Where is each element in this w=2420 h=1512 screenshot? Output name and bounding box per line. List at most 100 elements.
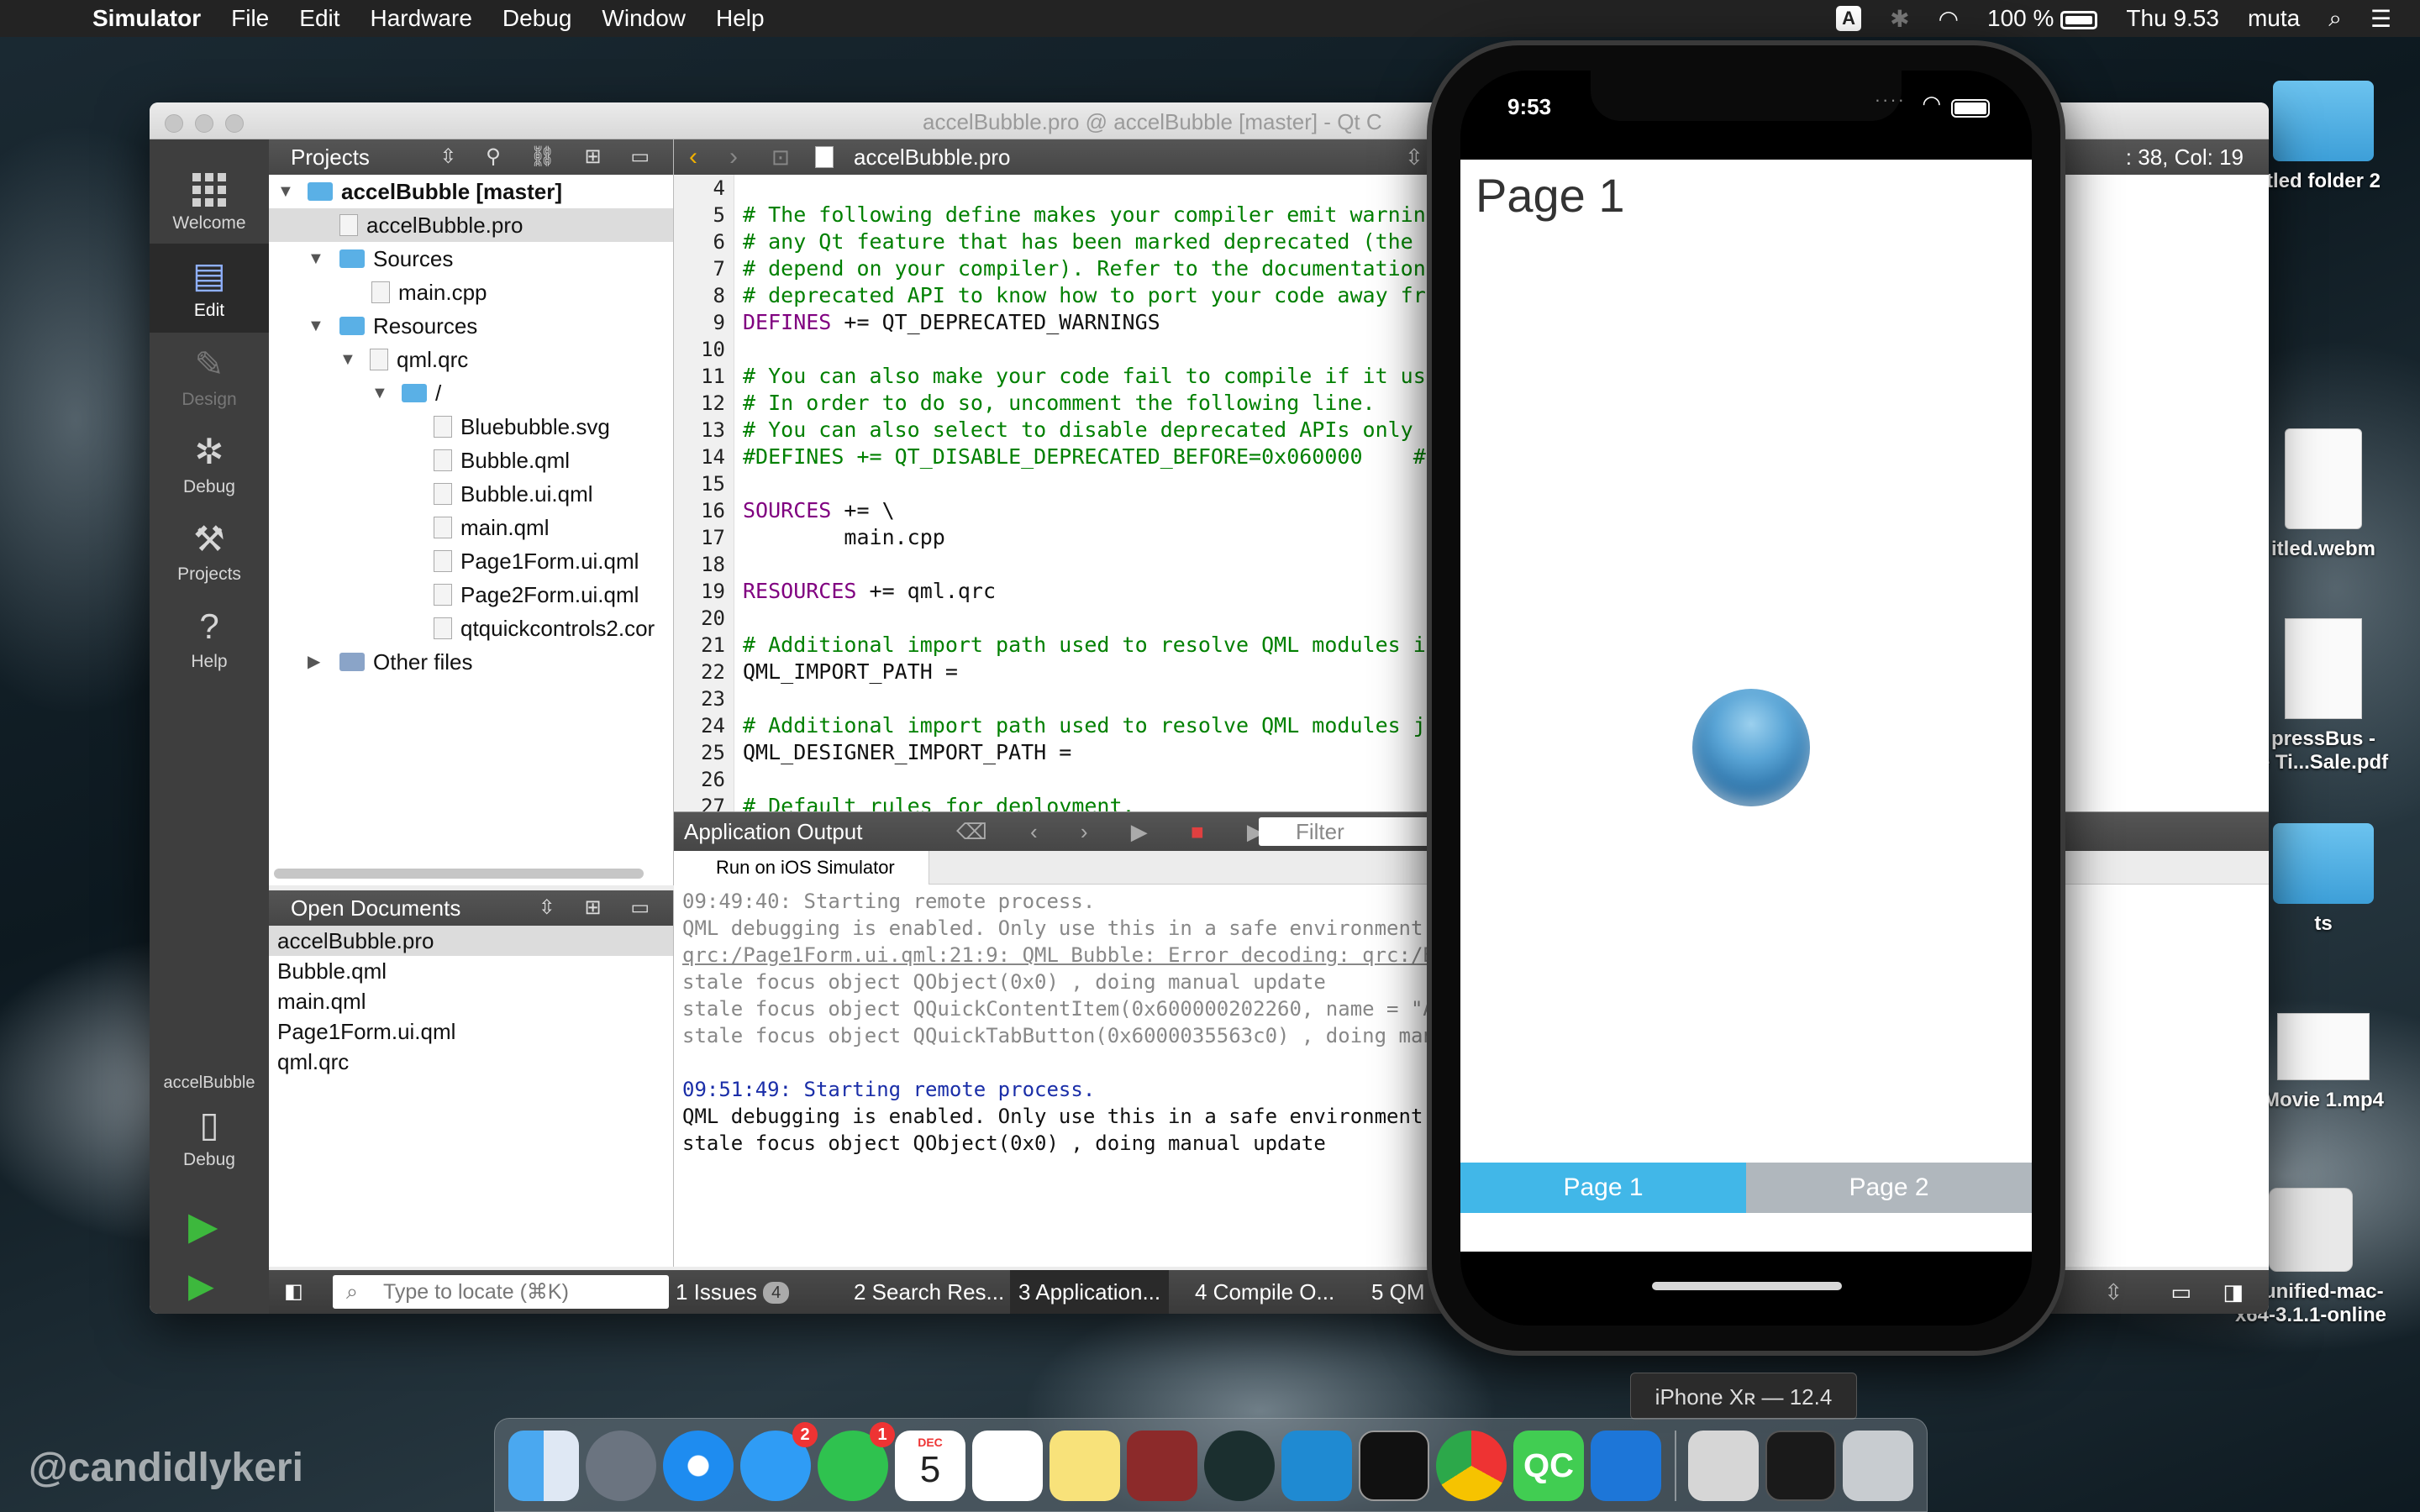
pane-tools[interactable]: ⇳ ⚲ ⛓ ⊞ ▭ xyxy=(439,139,661,175)
desktop-movie-file[interactable]: Movie 1.mp4 xyxy=(2252,1013,2395,1112)
pane-tools[interactable]: ⇳ ⊞ ▭ xyxy=(539,890,661,926)
xcode-icon[interactable] xyxy=(1591,1431,1661,1501)
tree-item-file[interactable]: qtquickcontrols2.cor xyxy=(269,612,673,645)
tree-item-other-files[interactable]: ▶ Other files xyxy=(269,645,673,679)
desktop-webm-file[interactable]: itled.webm xyxy=(2252,428,2395,561)
calendar-icon[interactable]: DEC 5 xyxy=(895,1431,965,1501)
locator-input[interactable]: ⌕ Type to locate (⌘K) xyxy=(333,1275,669,1309)
mode-edit[interactable]: ▤ Edit xyxy=(150,244,269,333)
tree-item-pro-file[interactable]: accelBubble.pro xyxy=(269,208,673,242)
vscode-icon[interactable] xyxy=(1281,1431,1352,1501)
mode-projects[interactable]: ⚒ Projects xyxy=(150,507,269,595)
terminal-icon[interactable] xyxy=(1359,1431,1429,1501)
forward-icon[interactable]: › xyxy=(729,139,738,175)
menu-window[interactable]: Window xyxy=(587,0,701,37)
desktop-folder[interactable]: tled folder 2 xyxy=(2252,81,2395,193)
reminders-icon[interactable] xyxy=(972,1431,1043,1501)
run-icon[interactable]: ▶ xyxy=(188,1203,218,1248)
projects-pane: Projects ⇳ ⚲ ⛓ ⊞ ▭ ▼ accelBubble [master]… xyxy=(269,139,674,885)
tree-item-file[interactable]: Page1Form.ui.qml xyxy=(269,544,673,578)
qtcreator-icon[interactable]: QC xyxy=(1513,1431,1584,1501)
zoom-window-button[interactable] xyxy=(225,114,244,133)
tree-item-file[interactable]: Bluebubble.svg xyxy=(269,410,673,444)
desktop-folder-2[interactable]: ts xyxy=(2252,823,2395,936)
minimize-window-button[interactable] xyxy=(195,114,213,133)
menu-hardware[interactable]: Hardware xyxy=(355,0,487,37)
tree-item-root[interactable]: ▼ accelBubble [master] xyxy=(269,175,673,208)
editor-file-name[interactable]: accelBubble.pro xyxy=(854,139,1010,175)
messages-icon[interactable]: 2 xyxy=(740,1422,818,1501)
menu-app-name[interactable]: Simulator xyxy=(92,0,216,37)
pencil-icon: ✎ xyxy=(194,344,224,384)
input-source-icon[interactable]: A xyxy=(1836,6,1862,31)
tab-qml[interactable]: 5 QM xyxy=(1371,1270,1425,1314)
spotlight-icon[interactable]: ⌕ xyxy=(2328,5,2342,33)
line-number: 13 xyxy=(701,418,725,442)
bubble-icon[interactable] xyxy=(1692,689,1810,806)
open-doc-item[interactable]: Page1Form.ui.qml xyxy=(269,1016,673,1047)
tab-run-ios-simulator[interactable]: Run on iOS Simulator xyxy=(674,851,929,885)
tree-item-file[interactable]: Bubble.qml xyxy=(269,444,673,477)
notes-icon[interactable] xyxy=(1050,1431,1120,1501)
tree-item-main-cpp[interactable]: main.cpp xyxy=(269,276,673,309)
output-toggle-icon[interactable]: ⇳ xyxy=(2104,1270,2123,1314)
open-documents-selector[interactable]: Open Documents xyxy=(291,895,460,921)
dictionary-icon[interactable] xyxy=(1127,1431,1197,1501)
notification-center-icon[interactable]: ☰ xyxy=(2370,5,2391,33)
open-doc-item[interactable]: accelBubble.pro xyxy=(269,926,673,956)
open-doc-item[interactable]: qml.qrc xyxy=(269,1047,673,1077)
menu-file[interactable]: File xyxy=(216,0,284,37)
output-pane-icon[interactable]: ▭ xyxy=(2170,1270,2191,1314)
simulator-screen: 9:53 ···· ◠ Page 1 Page 1 Page 2 xyxy=(1460,71,2032,1326)
back-icon[interactable]: ‹ xyxy=(689,139,697,175)
tree-item-file[interactable]: Bubble.ui.qml xyxy=(269,477,673,511)
mode-help[interactable]: ? Help xyxy=(150,595,269,682)
clock[interactable]: Thu 9.53 xyxy=(2126,5,2219,32)
safari-icon[interactable] xyxy=(663,1431,734,1501)
whatsapp-icon[interactable]: 1 xyxy=(818,1422,895,1501)
mode-design[interactable]: ✎ Design xyxy=(150,333,269,420)
wifi-icon[interactable]: ◠ xyxy=(1939,5,1959,33)
right-sidebar-icon[interactable]: ◨ xyxy=(2223,1270,2244,1314)
bluetooth-icon[interactable]: ✱ xyxy=(1890,5,1909,33)
battery-status[interactable]: 100 % xyxy=(1987,5,2098,32)
menu-edit[interactable]: Edit xyxy=(284,0,355,37)
tab-search-results[interactable]: 2 Search Res... xyxy=(854,1270,1004,1314)
tree-item-file[interactable]: Page2Form.ui.qml xyxy=(269,578,673,612)
trash-icon[interactable] xyxy=(1843,1431,1913,1501)
chrome-icon[interactable] xyxy=(1436,1431,1507,1501)
menu-debug[interactable]: Debug xyxy=(487,0,587,37)
open-doc-item[interactable]: Bubble.qml xyxy=(269,956,673,986)
tab-application-output[interactable]: 3 Application... xyxy=(1010,1270,1170,1314)
kit-selector[interactable]: accelBubble ▯ Debug xyxy=(150,1068,269,1186)
tree-item-sources[interactable]: ▼ Sources xyxy=(269,242,673,276)
user-name[interactable]: muta xyxy=(2248,5,2300,32)
debug-run-icon[interactable]: ▶ xyxy=(188,1267,214,1305)
menu-help[interactable]: Help xyxy=(701,0,780,37)
mode-welcome[interactable]: Welcome xyxy=(150,156,269,244)
tab-compile-output[interactable]: 4 Compile O... xyxy=(1195,1270,1334,1314)
toggle-sidebar-icon[interactable]: ◧ xyxy=(284,1270,303,1314)
close-window-button[interactable] xyxy=(165,114,183,133)
tree-item-file[interactable]: main.qml xyxy=(269,511,673,544)
tree-horizontal-scrollbar[interactable] xyxy=(274,869,644,879)
tree-item-qrc[interactable]: ▼ qml.qrc xyxy=(269,343,673,376)
desktop-pdf-file[interactable]: pressBus - e Ti...Sale.pdf xyxy=(2252,618,2395,774)
mode-debug[interactable]: ✲ Debug xyxy=(150,420,269,507)
tab-page-2[interactable]: Page 2 xyxy=(1746,1163,2032,1213)
launchpad-icon[interactable] xyxy=(586,1431,656,1501)
gitkraken-icon[interactable] xyxy=(1204,1431,1275,1501)
preview-icon[interactable] xyxy=(1688,1431,1759,1501)
tree-item-slash[interactable]: ▼ / xyxy=(269,376,673,410)
tab-issues[interactable]: 1 Issues 4 xyxy=(676,1270,790,1314)
finder-icon[interactable] xyxy=(508,1431,579,1501)
home-indicator[interactable] xyxy=(1652,1282,1842,1290)
lock-icon[interactable]: ⊡ xyxy=(771,139,790,175)
projects-view-selector[interactable]: Projects xyxy=(291,144,370,170)
terminal2-icon[interactable] xyxy=(1765,1431,1836,1501)
tree-item-resources[interactable]: ▼ Resources xyxy=(269,309,673,343)
open-doc-item[interactable]: main.qml xyxy=(269,986,673,1016)
file-dropdown-icon[interactable]: ⇳ xyxy=(1405,139,1423,175)
qml-app[interactable]: Page 1 xyxy=(1460,160,2032,1252)
tab-page-1[interactable]: Page 1 xyxy=(1460,1163,1746,1213)
